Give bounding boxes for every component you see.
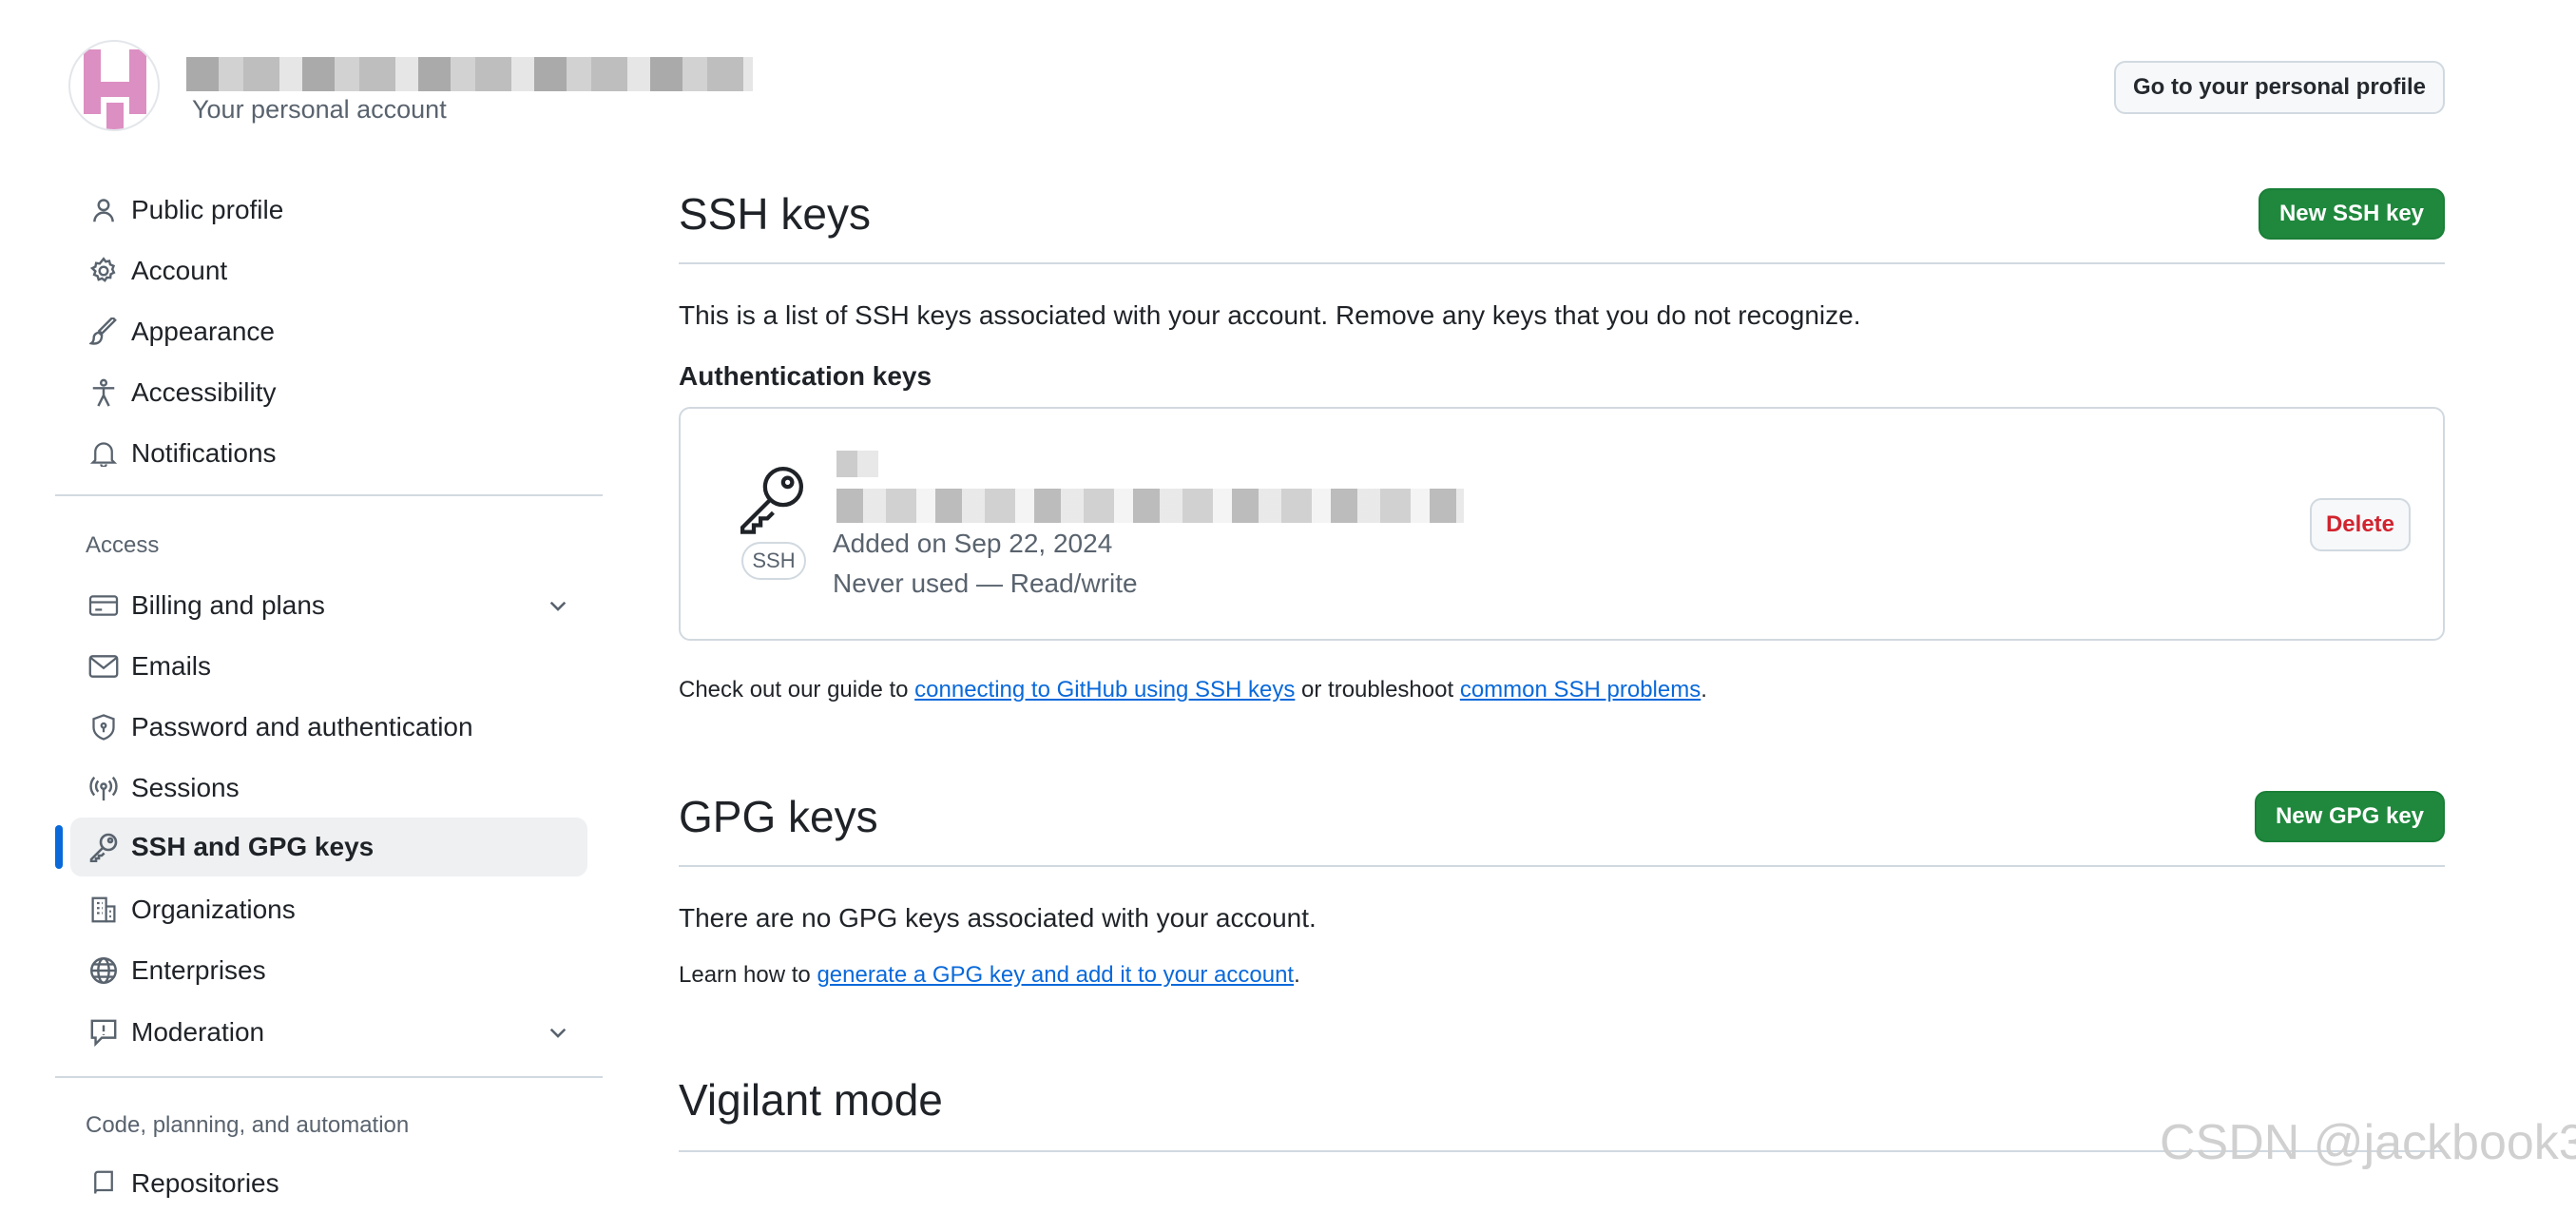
sidebar-item-public-profile[interactable]: Public profile — [70, 181, 587, 240]
sidebar-item-label: Account — [131, 256, 228, 285]
accessibility-icon — [80, 363, 127, 422]
account-subtitle: Your personal account — [192, 95, 447, 124]
sidebar-item-accessibility[interactable]: Accessibility — [70, 363, 587, 422]
key-icon — [80, 818, 127, 876]
sidebar-group-title-access: Access — [86, 532, 160, 558]
go-to-profile-button[interactable]: Go to your personal profile — [2114, 61, 2445, 114]
sidebar-item-label: Moderation — [131, 1017, 265, 1047]
repo-icon — [80, 1154, 127, 1213]
gpg-guide-link[interactable]: generate a GPG key and add it to your ac… — [817, 962, 1294, 988]
ssh-key-card — [679, 407, 2445, 641]
authentication-keys-heading: Authentication keys — [679, 361, 932, 391]
ssh-keys-heading: SSH keys — [679, 189, 871, 239]
gpg-empty-text: There are no GPG keys associated with yo… — [679, 903, 1317, 933]
key-fingerprint-redacted — [836, 489, 1464, 523]
chevron-down-icon[interactable] — [546, 1020, 570, 1051]
sidebar-group-title-code: Code, planning, and automation — [86, 1112, 410, 1138]
sidebar-item-organizations[interactable]: Organizations — [70, 880, 587, 939]
broadcast-icon — [80, 759, 127, 818]
key-icon — [736, 462, 808, 539]
sidebar-item-label: Appearance — [131, 317, 276, 346]
section-divider — [679, 865, 2445, 867]
paintbrush-icon — [80, 302, 127, 361]
sidebar-item-emails[interactable]: Emails — [70, 637, 587, 696]
ssh-guide-text: Check out our guide to connecting to Git… — [679, 677, 1707, 703]
new-ssh-key-button[interactable]: New SSH key — [2259, 188, 2445, 240]
sidebar-item-label: Repositories — [131, 1168, 279, 1198]
sidebar-item-ssh-gpg-keys[interactable]: SSH and GPG keys — [70, 818, 587, 876]
bell-icon — [80, 424, 127, 483]
sidebar-item-label: Organizations — [131, 895, 296, 924]
sidebar-divider — [55, 1076, 603, 1078]
sidebar-item-label: Notifications — [131, 438, 277, 468]
username-redacted — [186, 57, 753, 91]
chevron-down-icon[interactable] — [546, 593, 570, 625]
sidebar-item-label: SSH and GPG keys — [131, 832, 375, 861]
sidebar-item-label: Public profile — [131, 195, 284, 224]
globe-icon — [80, 941, 127, 1000]
key-usage: Never used — Read/write — [833, 568, 1138, 598]
person-icon — [80, 181, 127, 240]
sidebar-divider — [55, 494, 603, 496]
sidebar-item-label: Billing and plans — [131, 590, 325, 620]
gpg-keys-heading: GPG keys — [679, 792, 878, 841]
delete-key-button[interactable]: Delete — [2310, 498, 2411, 551]
credit-card-icon — [80, 576, 127, 635]
sidebar-item-notifications[interactable]: Notifications — [70, 424, 587, 483]
sidebar-item-label: Enterprises — [131, 955, 266, 985]
sidebar-item-appearance[interactable]: Appearance — [70, 302, 587, 361]
ssh-guide-link[interactable]: connecting to GitHub using SSH keys — [914, 677, 1295, 703]
sidebar-item-sessions[interactable]: Sessions — [70, 759, 587, 818]
shield-lock-icon — [80, 698, 127, 757]
report-icon — [80, 1003, 127, 1062]
sidebar-item-enterprises[interactable]: Enterprises — [70, 941, 587, 1000]
ssh-badge: SSH — [741, 542, 806, 580]
gpg-learn-text: Learn how to generate a GPG key and add … — [679, 962, 1300, 988]
sidebar-item-moderation[interactable]: Moderation — [70, 1003, 587, 1062]
sidebar-item-label: Accessibility — [131, 377, 277, 407]
mail-icon — [80, 637, 127, 696]
sidebar-item-label: Emails — [131, 651, 212, 681]
section-divider — [679, 262, 2445, 264]
gear-icon — [80, 241, 127, 300]
avatar[interactable] — [68, 40, 160, 131]
sidebar-item-label: Sessions — [131, 773, 240, 802]
vigilant-mode-heading: Vigilant mode — [679, 1075, 943, 1125]
key-title-redacted — [836, 451, 878, 477]
active-indicator — [55, 825, 63, 869]
sidebar-item-repositories[interactable]: Repositories — [70, 1154, 587, 1213]
key-added-date: Added on Sep 22, 2024 — [833, 529, 1113, 558]
organization-icon — [80, 880, 127, 939]
sidebar-item-billing[interactable]: Billing and plans — [70, 576, 587, 635]
ssh-problems-link[interactable]: common SSH problems — [1460, 677, 1701, 703]
ssh-description: This is a list of SSH keys associated wi… — [679, 300, 1861, 330]
new-gpg-key-button[interactable]: New GPG key — [2255, 791, 2445, 842]
sidebar-item-label: Password and authentication — [131, 712, 473, 741]
sidebar-item-account[interactable]: Account — [70, 241, 587, 300]
sidebar-item-password[interactable]: Password and authentication — [70, 698, 587, 757]
watermark: CSDN @jackbook3 — [2160, 1115, 2576, 1170]
